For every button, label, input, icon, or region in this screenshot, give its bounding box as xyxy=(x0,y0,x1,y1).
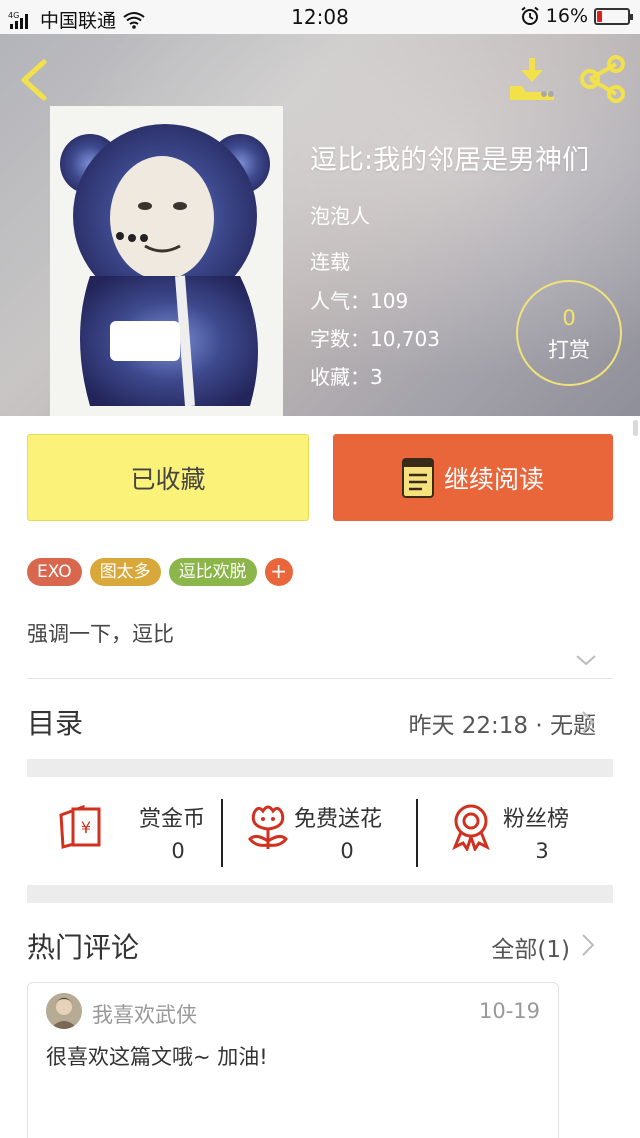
free-flower-value: 0 xyxy=(340,839,354,863)
tag-silly-cheerful[interactable]: 逗比欢脱 xyxy=(168,558,257,586)
battery-icon xyxy=(594,7,633,25)
book-detail-content: 已收藏 继续阅读 EXO 图太多 逗比欢脱 + 强调一下，逗比 目录 昨天 22… xyxy=(0,416,640,1138)
share-icon[interactable] xyxy=(578,54,630,104)
hot-comments-heading: 热门评论 xyxy=(27,931,140,964)
tip-label: 打赏 xyxy=(548,338,590,362)
section-separator xyxy=(27,759,613,777)
fan-ranking-value: 3 xyxy=(535,839,549,863)
battery-fill xyxy=(597,10,602,22)
book-author[interactable]: 泡泡人 xyxy=(310,200,370,229)
status-bar: 4G 中国联通 12:08 16% xyxy=(0,0,640,34)
toc-heading[interactable]: 目录 xyxy=(27,702,83,742)
free-flower-label: 免费送花 xyxy=(294,807,383,832)
tag-exo[interactable]: EXO xyxy=(27,558,82,586)
battery-percent: 16% xyxy=(545,5,588,27)
flower-icon xyxy=(248,805,288,849)
back-arrow-icon[interactable] xyxy=(14,58,54,102)
word-count-stat: 字数：10,703 xyxy=(310,327,440,351)
tip-count: 0 xyxy=(562,306,576,330)
alarm-icon xyxy=(521,6,539,25)
avatar-image xyxy=(46,993,82,1029)
coin-reward-cell[interactable]: ¥ 赏金币 0 xyxy=(55,787,225,877)
favorited-button[interactable]: 已收藏 xyxy=(27,434,309,521)
coin-reward-label: 赏金币 xyxy=(139,807,206,832)
chevron-down-icon[interactable] xyxy=(574,652,598,668)
popularity-stat: 人气：109 xyxy=(310,289,409,313)
serialization-status: 连载 xyxy=(310,250,350,274)
book-icon xyxy=(401,457,434,498)
section-separator xyxy=(27,885,613,903)
stats-divider xyxy=(221,799,223,867)
download-icon[interactable] xyxy=(506,56,558,102)
comment-text: 很喜欢这篇文哦~ 加油! xyxy=(46,1045,268,1069)
avatar[interactable] xyxy=(46,993,82,1029)
book-description: 强调一下，逗比 xyxy=(27,622,174,646)
support-stats-row: ¥ 赏金币 0 免费送花 0 粉丝榜 3 xyxy=(27,787,613,877)
comment-username[interactable]: 我喜欢武侠 xyxy=(92,999,197,1029)
book-header: 逗比:我的邻居是男神们 泡泡人 连载 人气：109 字数：10,703 收藏：3… xyxy=(0,34,640,416)
svg-text:¥: ¥ xyxy=(81,818,91,837)
all-comments-link[interactable]: 全部(1) xyxy=(491,930,570,964)
fan-ranking-cell[interactable]: 粉丝榜 3 xyxy=(449,787,613,877)
award-ribbon-icon xyxy=(452,804,490,851)
chevron-right-icon[interactable] xyxy=(580,932,596,958)
chevron-right-icon[interactable] xyxy=(580,709,596,735)
scrollbar[interactable] xyxy=(633,420,638,436)
book-title: 逗比:我的邻居是男神们 xyxy=(310,145,590,176)
fan-ranking-label: 粉丝榜 xyxy=(503,807,570,832)
comment-card[interactable]: 我喜欢武侠 10-19 很喜欢这篇文哦~ 加油! xyxy=(27,982,559,1138)
tag-many-pictures[interactable]: 图太多 xyxy=(89,558,161,586)
divider xyxy=(27,678,613,679)
continue-reading-button[interactable]: 继续阅读 xyxy=(333,434,613,521)
book-cover[interactable] xyxy=(50,106,283,416)
tip-button[interactable]: 0 打赏 xyxy=(516,280,622,386)
status-right: 16% xyxy=(520,5,633,27)
stats-divider xyxy=(416,799,418,867)
toc-latest-chapter[interactable]: 昨天 22:18 · 无题 xyxy=(408,706,596,740)
tag-list: EXO 图太多 逗比欢脱 + xyxy=(27,558,293,586)
comment-date: 10-19 xyxy=(478,999,540,1023)
continue-reading-label: 继续阅读 xyxy=(443,464,544,494)
coin-reward-value: 0 xyxy=(171,839,185,863)
add-tag-button[interactable]: + xyxy=(264,558,293,586)
free-flower-cell[interactable]: 免费送花 0 xyxy=(242,787,422,877)
red-envelope-icon: ¥ xyxy=(59,804,101,849)
cover-illustration xyxy=(50,106,283,416)
favorites-stat: 收藏：3 xyxy=(310,365,383,389)
